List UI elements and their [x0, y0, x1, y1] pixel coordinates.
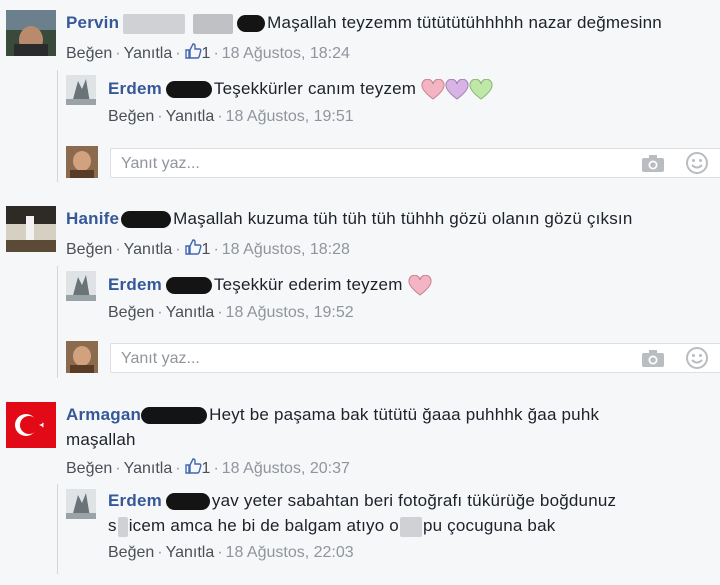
comment-actions: Beğen · Yanıtla · 1 · 18 Ağustos, 18:24	[66, 42, 350, 63]
comment-actions: Beğen · Yanıtla · 1 · 18 Ağustos, 18:28	[66, 238, 350, 259]
comment-actions: Beğen · Yanıtla · 1 · 18 Ağustos, 20:37	[66, 457, 350, 478]
reply-composer	[66, 144, 720, 180]
name-redaction	[141, 407, 208, 425]
like-link[interactable]: Beğen	[108, 544, 154, 561]
camera-icon[interactable]	[641, 153, 665, 173]
reply-avatar[interactable]	[66, 489, 96, 519]
reply-link[interactable]: Yanıtla	[166, 544, 215, 561]
commenter-avatar[interactable]	[6, 402, 56, 448]
reply-input-box	[110, 343, 720, 373]
reply-thread-line	[57, 266, 58, 378]
comment-author[interactable]: Pervin	[66, 13, 119, 32]
commenter-avatar[interactable]	[6, 10, 56, 56]
reply-composer	[66, 339, 720, 375]
camera-icon[interactable]	[641, 348, 665, 368]
reply-input[interactable]	[119, 152, 623, 176]
comment-author[interactable]: Armagan	[66, 405, 141, 424]
current-user-avatar	[66, 341, 98, 373]
reply-text: yav yeter sabahtan beri fotoğrafı tükürü…	[211, 491, 617, 510]
comment-date[interactable]: 18 Ağustos, 20:37	[222, 460, 350, 477]
name-blur	[123, 13, 186, 34]
comment-text: Maşallah kuzuma tüh tüh tüh tühhh gözü o…	[173, 209, 633, 228]
reply-link[interactable]: Yanıtla	[166, 304, 215, 321]
name-redaction	[165, 493, 210, 511]
reply-thread-line	[57, 484, 58, 574]
reply-author[interactable]: Erdem	[108, 491, 162, 510]
name-redaction	[121, 211, 172, 229]
heart-icon	[407, 274, 432, 297]
comment-text: maşallah	[66, 430, 136, 449]
comment-date[interactable]: 18 Ağustos, 18:24	[222, 45, 350, 62]
thumbs-up-icon	[184, 457, 202, 475]
name-blur	[193, 13, 234, 34]
reply-date[interactable]: 18 Ağustos, 19:52	[226, 304, 354, 321]
reply-link[interactable]: Yanıtla	[124, 460, 173, 477]
like-link[interactable]: Beğen	[66, 460, 112, 477]
reply-avatar[interactable]	[66, 75, 96, 105]
reply-body: Erdem yav yeter sabahtan beri fotoğrafı t…	[108, 488, 710, 538]
name-redaction	[165, 81, 212, 99]
like-link[interactable]: Beğen	[66, 241, 112, 258]
reply-author[interactable]: Erdem	[108, 275, 162, 294]
comment-text: Heyt be paşama bak tütütü ğaaa puhhhk ğa…	[209, 405, 600, 424]
reply-body: Erdem Teşekkürler canım teyzem	[108, 76, 710, 101]
reply-actions: Beğen · Yanıtla · 18 Ağustos, 19:52	[108, 304, 354, 321]
emoji-icon[interactable]	[685, 346, 709, 370]
heart-icon	[421, 78, 445, 101]
reply-actions: Beğen · Yanıtla · 18 Ağustos, 22:03	[108, 544, 354, 561]
reply-avatar[interactable]	[66, 271, 96, 301]
comment-author[interactable]: Hanife	[66, 209, 119, 228]
reply-input[interactable]	[119, 347, 623, 371]
thumbs-up-icon	[184, 42, 202, 60]
reply-link[interactable]: Yanıtla	[166, 108, 215, 125]
thumbs-up-icon	[184, 238, 202, 256]
heart-icon	[469, 78, 493, 101]
name-redaction	[237, 15, 266, 33]
like-link[interactable]: Beğen	[108, 304, 154, 321]
comment-body: Pervin Maşallah teyzemm tütütütühhhhh naz…	[66, 10, 712, 35]
like-link[interactable]: Beğen	[66, 45, 112, 62]
comment-date[interactable]: 18 Ağustos, 18:28	[222, 241, 350, 258]
reply-text: Teşekkürler canım teyzem	[213, 79, 417, 98]
reply-actions: Beğen · Yanıtla · 18 Ağustos, 19:51	[108, 108, 354, 125]
comment-section: Pervin Maşallah teyzemm tütütütühhhhh naz…	[0, 0, 720, 585]
reply-date[interactable]: 18 Ağustos, 19:51	[226, 108, 354, 125]
heart-icon	[445, 78, 469, 101]
word-blur	[117, 516, 128, 537]
reply-text: Teşekkür ederim teyzem	[213, 275, 403, 294]
word-blur	[399, 516, 422, 537]
like-link[interactable]: Beğen	[108, 108, 154, 125]
comment-body: Armagan Heyt be paşama bak tütütü ğaaa pu…	[66, 402, 712, 452]
name-redaction	[165, 277, 212, 295]
comment-body: Hanife Maşallah kuzuma tüh tüh tüh tühhh …	[66, 206, 712, 231]
commenter-avatar[interactable]	[6, 206, 56, 252]
comment-text: Maşallah teyzemm tütütütühhhhh nazar değ…	[267, 13, 662, 32]
reply-thread-line	[57, 70, 58, 182]
emoji-icon[interactable]	[685, 151, 709, 175]
reply-link[interactable]: Yanıtla	[124, 241, 173, 258]
reply-text: s	[108, 516, 117, 535]
reply-author[interactable]: Erdem	[108, 79, 162, 98]
reply-input-box	[110, 148, 720, 178]
reply-body: Erdem Teşekkür ederim teyzem	[108, 272, 710, 297]
current-user-avatar	[66, 146, 98, 178]
reply-link[interactable]: Yanıtla	[124, 45, 173, 62]
reply-text: icem amca he bi de balgam atıyo o	[128, 516, 399, 535]
reply-date[interactable]: 18 Ağustos, 22:03	[226, 544, 354, 561]
reply-text: pu çocuguna bak	[422, 516, 556, 535]
